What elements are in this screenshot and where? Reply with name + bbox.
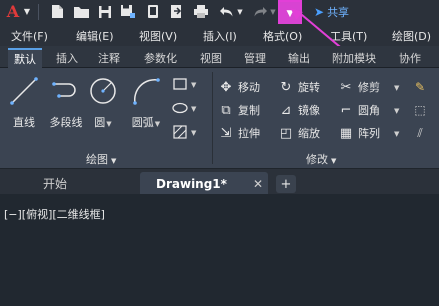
tab-addins[interactable]: 附加模块 [326,48,382,68]
menu-draw[interactable]: 绘图(D) [392,28,431,44]
new-tab-button[interactable]: + [276,175,296,193]
line-label: 直线 [13,116,35,129]
polyline-button[interactable]: 多段线 [44,74,88,134]
quick-access-toolbar: A ▼ ▼ ▼ ▼ ➤ 共享 [0,0,439,27]
new-file-icon[interactable] [48,3,66,20]
redo-icon[interactable] [252,3,268,20]
trim-label: 修剪 [358,81,380,94]
save-as-icon[interactable] [118,3,138,20]
tab-manage[interactable]: 管理 [238,48,272,68]
polyline-icon [52,82,76,98]
tab-annotate[interactable]: 注释 [92,48,126,68]
app-menu-caret-icon[interactable]: ▼ [22,3,32,20]
send-icon: ➤ [314,4,325,19]
open-folder-icon[interactable] [71,3,91,20]
scale-button[interactable]: ◰ 缩放 [278,123,320,143]
fillet-dropdown-icon[interactable]: ▼ [394,107,399,115]
toolbar-divider [38,4,39,20]
fillet-icon: ⌐ [340,102,352,118]
tab-collaborate[interactable]: 协作 [393,48,427,68]
eraser-icon[interactable]: ✎ [412,79,428,95]
explode-icon[interactable]: ⬚ [412,102,428,118]
tab-drawing1[interactable]: Drawing1* ✕ [140,172,268,195]
panel-divider [212,72,213,164]
trim-button[interactable]: ✂ 修剪 [338,77,380,97]
undo-icon[interactable] [218,3,234,20]
redo-dropdown-icon[interactable]: ▼ [269,3,277,20]
fillet-label: 圆角 [358,104,380,117]
rotate-label: 旋转 [298,81,320,94]
array-dropdown-icon[interactable]: ▼ [394,130,399,138]
document-tab-bar: 开始 Drawing1* ✕ + [0,168,439,195]
ribbon-tab-bar: 默认 插入 注释 参数化 视图 管理 输出 附加模块 协作 [0,46,439,68]
circle-button[interactable]: 圆▼ [88,74,118,134]
menu-format[interactable]: 格式(O) [263,28,302,44]
trim-dropdown-icon[interactable]: ▼ [394,84,399,92]
stretch-button[interactable]: ⇲ 拉伸 [218,123,260,143]
ribbon-panel: 直线 多段线 圆▼ 圆弧▼ ▼ ▼ ▼ 绘图 ▼ ✥ 移动 ↻ 旋转 ✂ 修剪 … [0,68,439,168]
copy-button[interactable]: ⧉ 复制 [218,100,260,120]
mirror-button[interactable]: ⊿ 镜像 [278,100,320,120]
share-button[interactable]: ➤ 共享 [314,3,349,20]
drawing-tab-label: Drawing1* [156,176,227,191]
array-label: 阵列 [358,127,380,140]
stretch-icon: ⇲ [220,125,232,141]
offset-icon[interactable]: ⫽ [412,125,428,141]
fillet-button[interactable]: ⌐ 圆角 [338,100,380,120]
tab-view[interactable]: 视图 [194,48,228,68]
tab-output[interactable]: 输出 [282,48,316,68]
app-logo[interactable]: A [4,2,22,21]
export-icon[interactable] [167,3,185,20]
tab-default[interactable]: 默认 [8,48,42,68]
tab-insert[interactable]: 插入 [50,48,84,68]
tab-parametric[interactable]: 参数化 [138,48,183,68]
hatch-dropdown-icon[interactable]: ▼ [191,129,196,137]
scale-label: 缩放 [298,127,320,140]
tab-start[interactable]: 开始 [20,172,90,195]
modify-panel-title[interactable]: 修改 ▼ [306,151,336,167]
menu-insert[interactable]: 插入(I) [203,28,237,44]
array-button[interactable]: ▦ 阵列 [338,123,380,143]
line-button[interactable]: 直线 [4,74,44,134]
copy-icon: ⧉ [221,102,231,118]
move-button[interactable]: ✥ 移动 [218,77,260,97]
circle-label: 圆▼ [94,116,112,129]
circle-icon [90,78,116,104]
undo-dropdown-icon[interactable]: ▼ [235,3,245,20]
viewport-controls[interactable]: [−][俯视][二维线框] [4,206,105,222]
copy-label: 复制 [238,104,260,117]
share-label: 共享 [327,5,350,19]
drawing-canvas[interactable]: [−][俯视][二维线框] [0,194,439,306]
draw-panel-title[interactable]: 绘图 ▼ [86,151,116,167]
rectangle-dropdown-icon[interactable]: ▼ [191,81,196,89]
stretch-label: 拉伸 [238,127,260,140]
web-mobile-icon[interactable] [144,3,162,20]
mirror-icon: ⊿ [280,102,292,118]
arc-label: 圆弧▼ [131,116,161,129]
arc-button[interactable]: 圆弧▼ [128,74,164,134]
mirror-label: 镜像 [298,104,320,117]
menu-bar: 文件(F) 编辑(E) 视图(V) 插入(I) 格式(O) 工具(T) 绘图(D… [0,24,439,46]
arc-icon [133,78,160,105]
move-label: 移动 [238,81,260,94]
menu-view[interactable]: 视图(V) [139,28,177,44]
ellipse-icon[interactable] [172,100,188,116]
move-icon: ✥ [220,79,232,95]
rotate-button[interactable]: ↻ 旋转 [278,77,320,97]
array-icon: ▦ [339,125,353,141]
close-icon[interactable]: ✕ [253,177,263,191]
hatch-icon[interactable] [172,124,188,140]
menu-edit[interactable]: 编辑(E) [76,28,114,44]
save-icon[interactable] [96,3,114,20]
rotate-icon: ↻ [280,79,292,95]
menu-file[interactable]: 文件(F) [11,28,48,44]
scissors-icon: ✂ [340,79,352,95]
ellipse-dropdown-icon[interactable]: ▼ [191,105,196,113]
polyline-label: 多段线 [49,116,83,129]
line-icon [10,77,38,105]
rectangle-icon[interactable] [172,76,188,92]
scale-icon: ◰ [279,125,293,141]
print-icon[interactable] [191,3,211,20]
